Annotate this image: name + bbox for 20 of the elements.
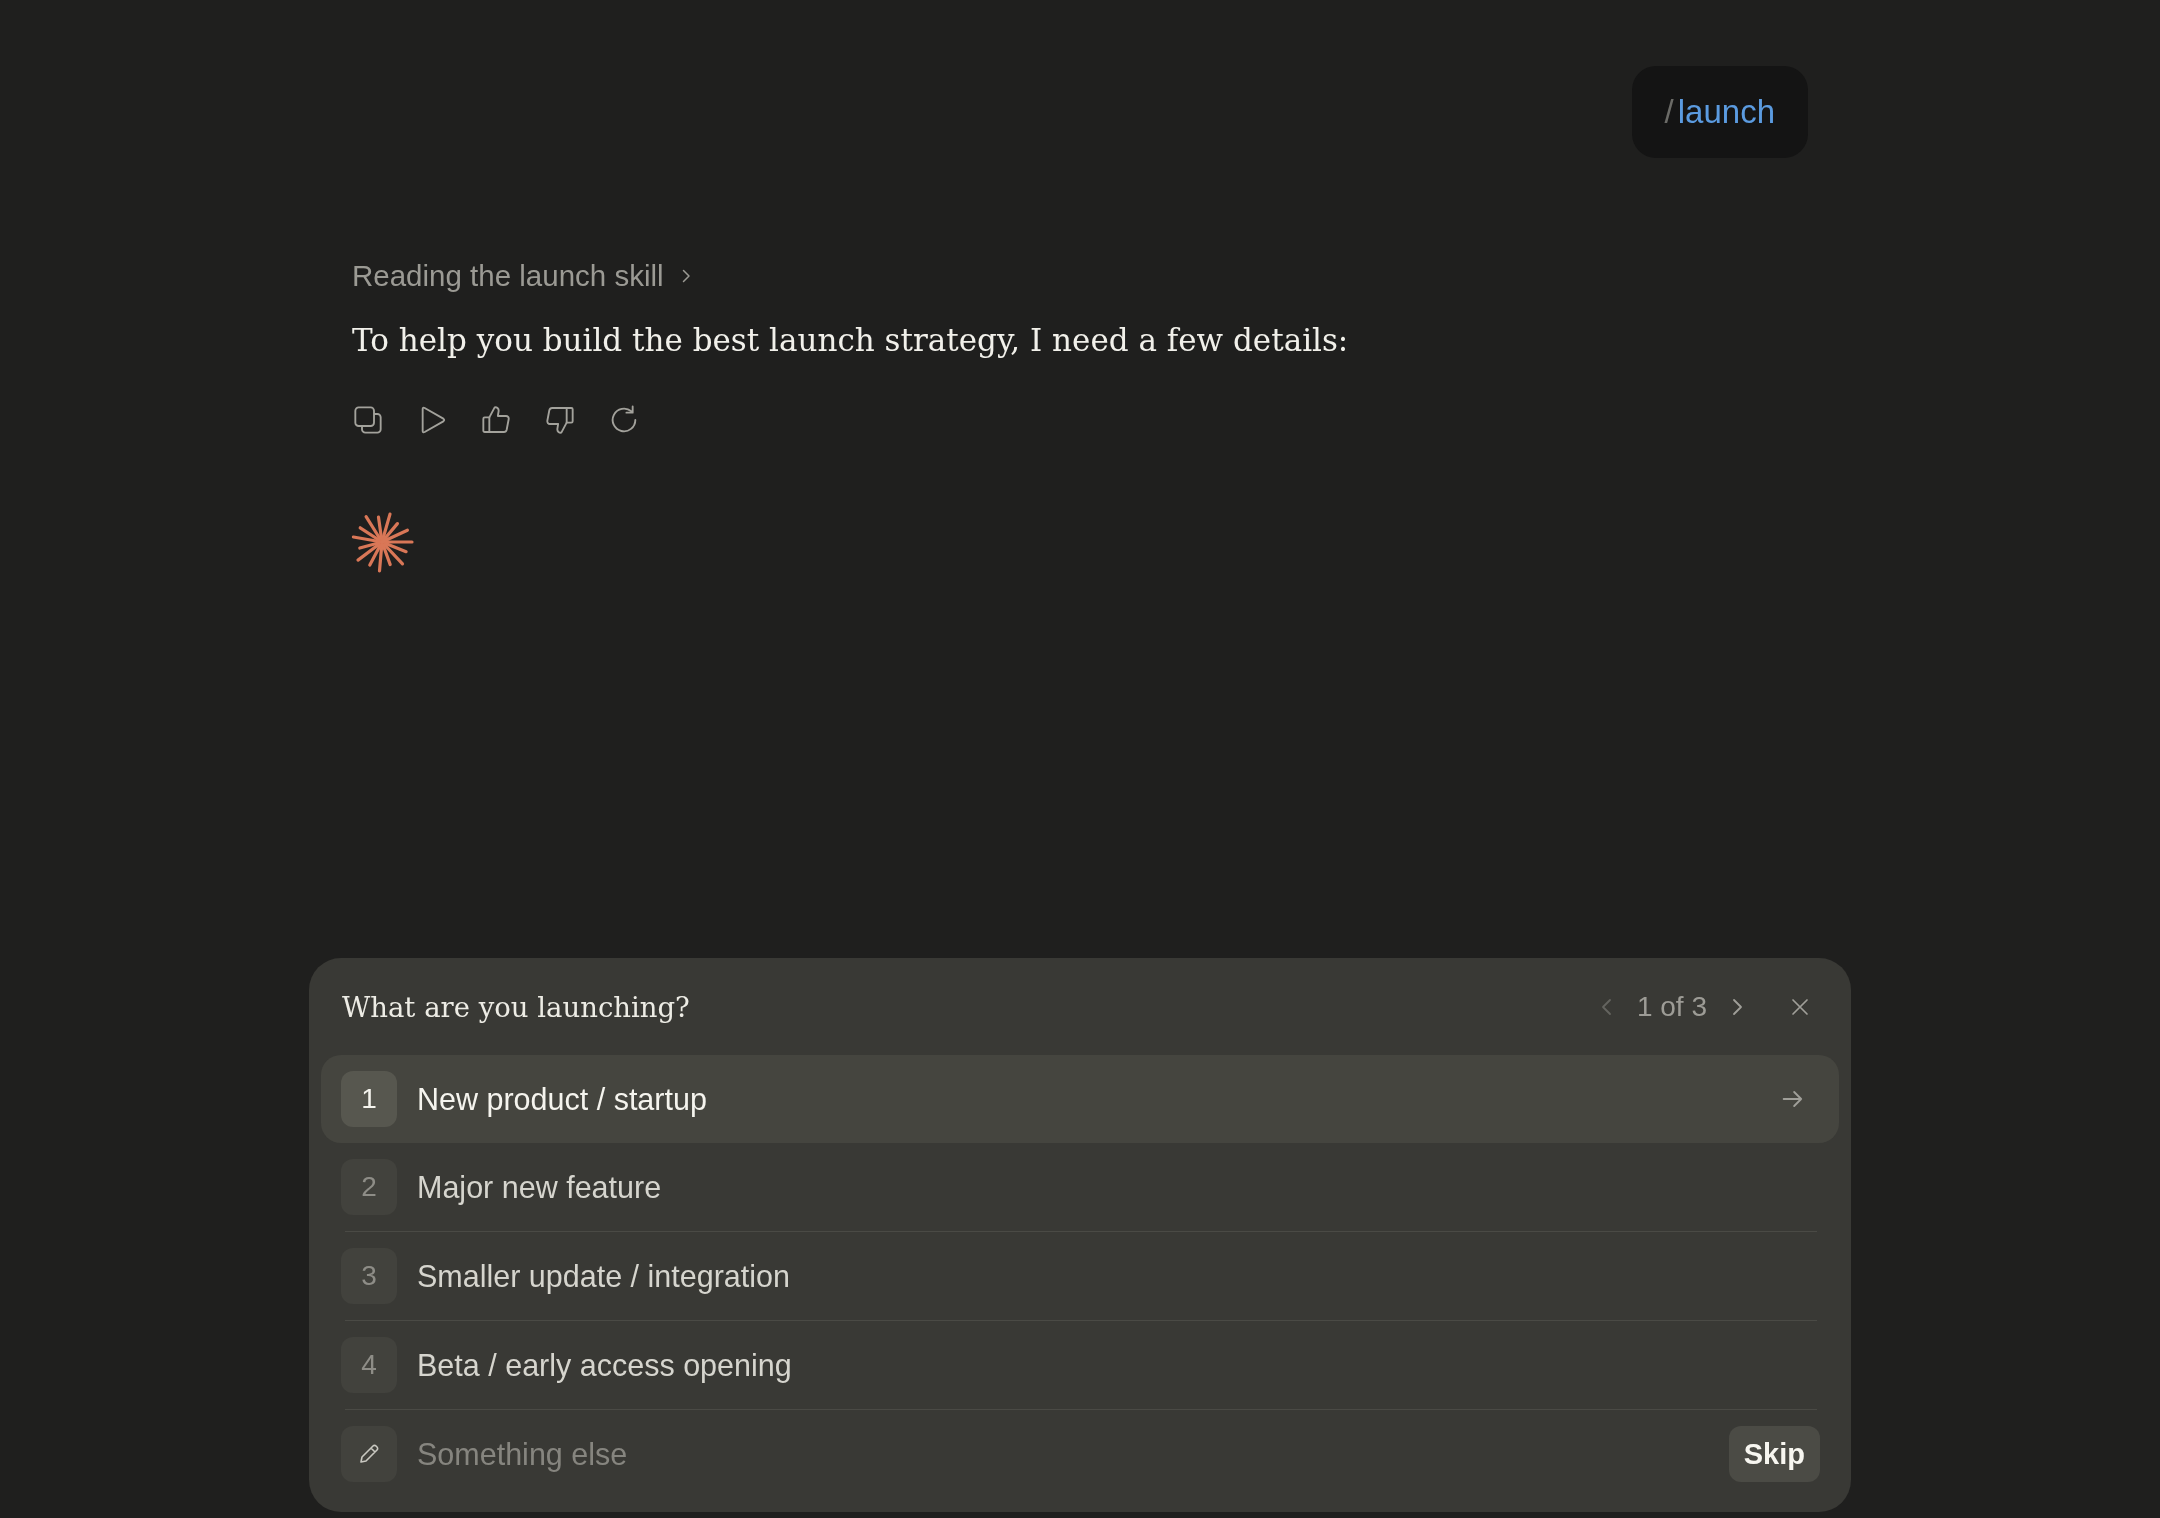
starburst-icon — [350, 510, 414, 574]
assistant-message: To help you build the best launch strategy, I need a few details: — [352, 321, 1349, 360]
skill-status-toggle[interactable]: Reading the launch skill — [352, 258, 694, 294]
command-message: /launch — [1631, 66, 1808, 158]
skip-button[interactable]: Skip — [1728, 1426, 1820, 1482]
option-number: 1 — [341, 1071, 397, 1127]
copy-icon[interactable] — [352, 404, 384, 436]
thumbs-down-icon[interactable] — [544, 404, 576, 436]
question-title: What are you launching? — [342, 990, 691, 1023]
pencil-icon — [341, 1426, 397, 1482]
page-counter: 1 of 3 — [1636, 990, 1707, 1023]
answer-option[interactable]: 2 Major new feature — [321, 1143, 1839, 1231]
answer-option[interactable]: 1 New product / startup — [321, 1055, 1839, 1143]
answer-option[interactable]: 4 Beta / early access opening — [321, 1321, 1839, 1409]
answer-input[interactable]: Something else — [417, 1433, 1729, 1475]
option-number: 2 — [341, 1159, 397, 1215]
thumbs-up-icon[interactable] — [480, 404, 512, 436]
option-number: 3 — [341, 1248, 397, 1304]
option-number: 4 — [341, 1337, 397, 1393]
answer-option[interactable]: 3 Smaller update / integration — [321, 1232, 1839, 1320]
